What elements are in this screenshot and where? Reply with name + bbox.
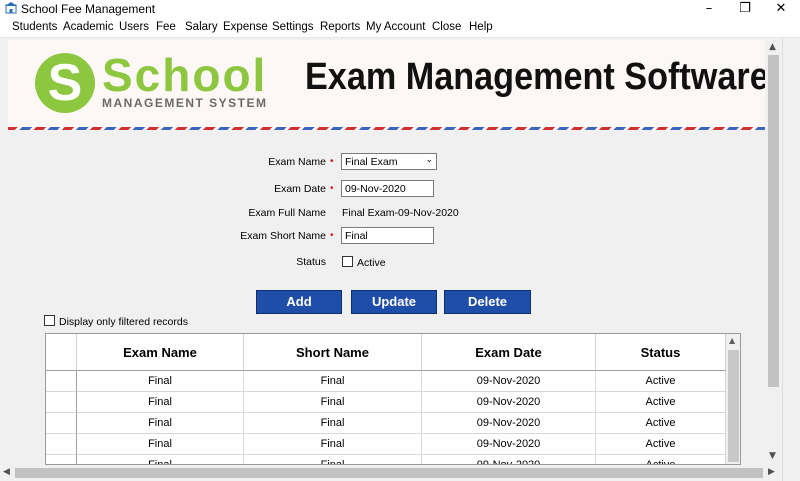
column-header-exam-name[interactable]: Exam Name <box>77 334 244 371</box>
exam-short-name-label: Exam Short Name <box>240 230 326 242</box>
exam-date-field[interactable]: 09-Nov-2020 <box>341 180 434 197</box>
column-header-status[interactable]: Status <box>596 334 726 371</box>
exam-grid[interactable]: Exam Name Short Name Exam Date Status Fi… <box>45 333 741 465</box>
row-header[interactable] <box>46 392 77 413</box>
row-header[interactable] <box>46 455 77 464</box>
required-marker: • <box>330 183 334 194</box>
table-cell[interactable]: Final <box>77 434 244 455</box>
delete-button[interactable]: Delete <box>444 290 531 314</box>
window-frame <box>782 38 800 481</box>
required-marker: • <box>330 156 334 167</box>
active-checkbox[interactable] <box>342 256 353 267</box>
row-header[interactable] <box>46 434 77 455</box>
logo-subtitle: MANAGEMENT SYSTEM <box>102 96 268 110</box>
table-cell[interactable]: Final <box>77 392 244 413</box>
menu-fee[interactable]: Fee <box>156 21 176 33</box>
scroll-left-icon[interactable]: ◀ <box>3 467 10 477</box>
exam-name-select[interactable]: Final Exam ⌄ <box>341 153 437 170</box>
logo-wordmark: School <box>102 49 268 101</box>
table-cell[interactable]: Final <box>244 434 422 455</box>
add-button[interactable]: Add <box>256 290 342 314</box>
row-header[interactable] <box>46 413 77 434</box>
update-button[interactable]: Update <box>351 290 437 314</box>
scroll-up-icon[interactable]: ▲ <box>769 42 776 52</box>
exam-name-value: Final Exam <box>345 156 398 168</box>
table-cell[interactable]: Active <box>596 413 726 434</box>
filter-checkbox[interactable] <box>44 315 55 326</box>
horizontal-scrollbar[interactable]: ◀ ▶ <box>0 465 782 481</box>
banner: S School MANAGEMENT SYSTEM Exam Manageme… <box>8 40 765 130</box>
menu-my-account[interactable]: My Account <box>366 21 425 33</box>
exam-full-name-value: Final Exam-09-Nov-2020 <box>342 207 459 219</box>
row-header[interactable] <box>46 371 77 392</box>
menu-academic[interactable]: Academic <box>63 21 114 33</box>
menu-reports[interactable]: Reports <box>320 21 360 33</box>
app-icon <box>5 2 17 14</box>
vertical-scrollbar[interactable]: ▲ ▼ <box>765 40 782 465</box>
status-label: Status <box>296 256 326 268</box>
menu-close[interactable]: Close <box>432 21 461 33</box>
required-marker: • <box>330 230 334 241</box>
table-cell[interactable]: 09-Nov-2020 <box>422 392 596 413</box>
table-cell[interactable]: 09-Nov-2020 <box>422 434 596 455</box>
menu-students[interactable]: Students <box>12 21 57 33</box>
table-cell[interactable]: Final <box>244 413 422 434</box>
table-cell[interactable]: Final <box>244 455 422 464</box>
horizontal-scroll-thumb[interactable] <box>15 468 763 478</box>
exam-name-label: Exam Name <box>268 156 326 168</box>
table-cell[interactable]: Final <box>77 371 244 392</box>
table-cell[interactable]: Final <box>244 392 422 413</box>
table-cell[interactable]: 09-Nov-2020 <box>422 455 596 464</box>
maximize-button[interactable]: ❐ <box>728 0 762 18</box>
grid-scroll-thumb[interactable] <box>728 350 739 462</box>
close-window-button[interactable]: ✕ <box>764 0 798 18</box>
exam-short-name-field[interactable]: Final <box>341 227 434 244</box>
exam-date-label: Exam Date <box>274 183 326 195</box>
table-cell[interactable]: Active <box>596 392 726 413</box>
scroll-up-icon[interactable]: ▲ <box>729 336 735 345</box>
table-cell[interactable]: Final <box>77 455 244 464</box>
row-header-corner <box>46 334 77 371</box>
menu-bar: Students Academic Users Fee Salary Expen… <box>0 18 800 38</box>
table-cell[interactable]: 09-Nov-2020 <box>422 371 596 392</box>
window-title: School Fee Management <box>21 2 156 16</box>
vertical-scroll-thumb[interactable] <box>768 55 779 387</box>
scroll-down-icon[interactable]: ▼ <box>769 451 776 461</box>
column-header-short-name[interactable]: Short Name <box>244 334 422 371</box>
table-cell[interactable]: Final <box>77 413 244 434</box>
table-cell[interactable]: Final <box>244 371 422 392</box>
table-cell[interactable]: Active <box>596 371 726 392</box>
exam-full-name-label: Exam Full Name <box>248 207 326 219</box>
grid-vertical-scrollbar[interactable]: ▲ <box>726 334 740 464</box>
column-header-exam-date[interactable]: Exam Date <box>422 334 596 371</box>
minimize-button[interactable]: – <box>692 0 726 18</box>
menu-users[interactable]: Users <box>119 21 149 33</box>
logo-s-icon: S <box>35 53 95 113</box>
filter-label: Display only filtered records <box>59 316 188 328</box>
menu-salary[interactable]: Salary <box>185 21 218 33</box>
menu-settings[interactable]: Settings <box>272 21 314 33</box>
table-cell[interactable]: 09-Nov-2020 <box>422 413 596 434</box>
banner-stripe <box>8 127 765 130</box>
chevron-down-icon: ⌄ <box>425 155 433 165</box>
menu-help[interactable]: Help <box>469 21 493 33</box>
title-bar: School Fee Management – ❐ ✕ <box>0 0 800 18</box>
active-label: Active <box>357 257 386 269</box>
table-cell[interactable]: Active <box>596 455 726 464</box>
scroll-right-icon[interactable]: ▶ <box>768 467 775 477</box>
table-cell[interactable]: Active <box>596 434 726 455</box>
banner-title: Exam Management Software <box>305 56 765 98</box>
menu-expense[interactable]: Expense <box>223 21 268 33</box>
